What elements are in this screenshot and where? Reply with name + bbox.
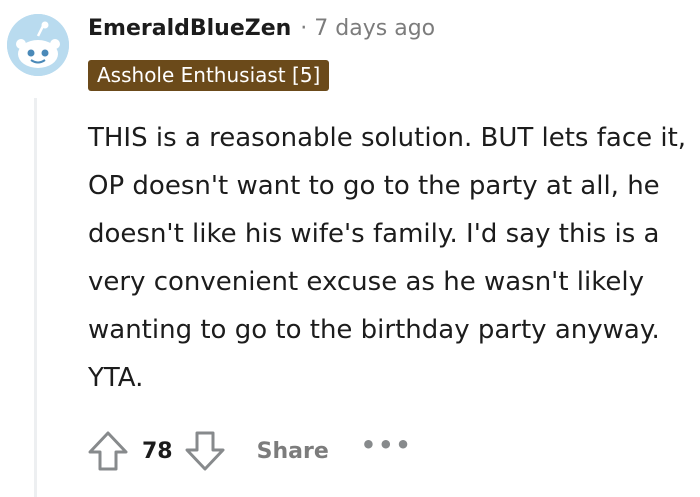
vote-score: 78 (142, 438, 173, 464)
separator-dot: · (300, 15, 308, 41)
comment-body: THIS is a reasonable solution. BUT lets … (88, 123, 687, 393)
upvote-button[interactable] (86, 429, 130, 473)
comment-header: EmeraldBlueZen · 7 days ago (88, 12, 435, 44)
username-link[interactable]: EmeraldBlueZen (88, 16, 291, 41)
timestamp[interactable]: 7 days ago (314, 16, 435, 41)
comment-actions: 78 Share ••• (86, 428, 413, 474)
user-flair: Asshole Enthusiast [5] (88, 60, 330, 91)
thread-line[interactable] (34, 98, 37, 497)
share-button[interactable]: Share (257, 439, 329, 464)
downvote-button[interactable] (183, 429, 227, 473)
snoo-avatar-icon[interactable] (7, 14, 69, 76)
more-options-icon[interactable]: ••• (361, 431, 413, 459)
downvote-arrow-icon (185, 431, 225, 471)
upvote-arrow-icon (88, 431, 128, 471)
